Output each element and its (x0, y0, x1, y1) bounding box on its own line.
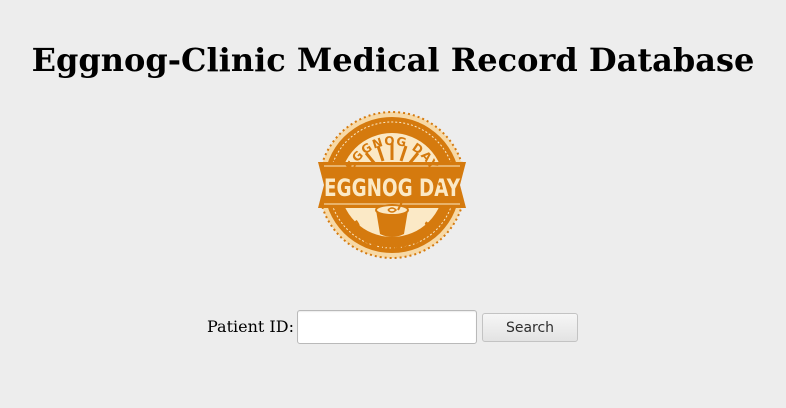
patient-id-input[interactable] (297, 310, 477, 344)
patient-search-form: Patient ID: Search (0, 310, 786, 344)
patient-id-label: Patient ID: (207, 317, 294, 336)
eggnog-day-logo: EGGNOG DAY EGGNOG DAY DECEMBER 24 (318, 110, 466, 260)
logo-main-text: EGGNOG DAY (324, 174, 460, 202)
page-title: Eggnog-Clinic Medical Record Database (31, 41, 755, 79)
search-button[interactable]: Search (482, 313, 578, 342)
